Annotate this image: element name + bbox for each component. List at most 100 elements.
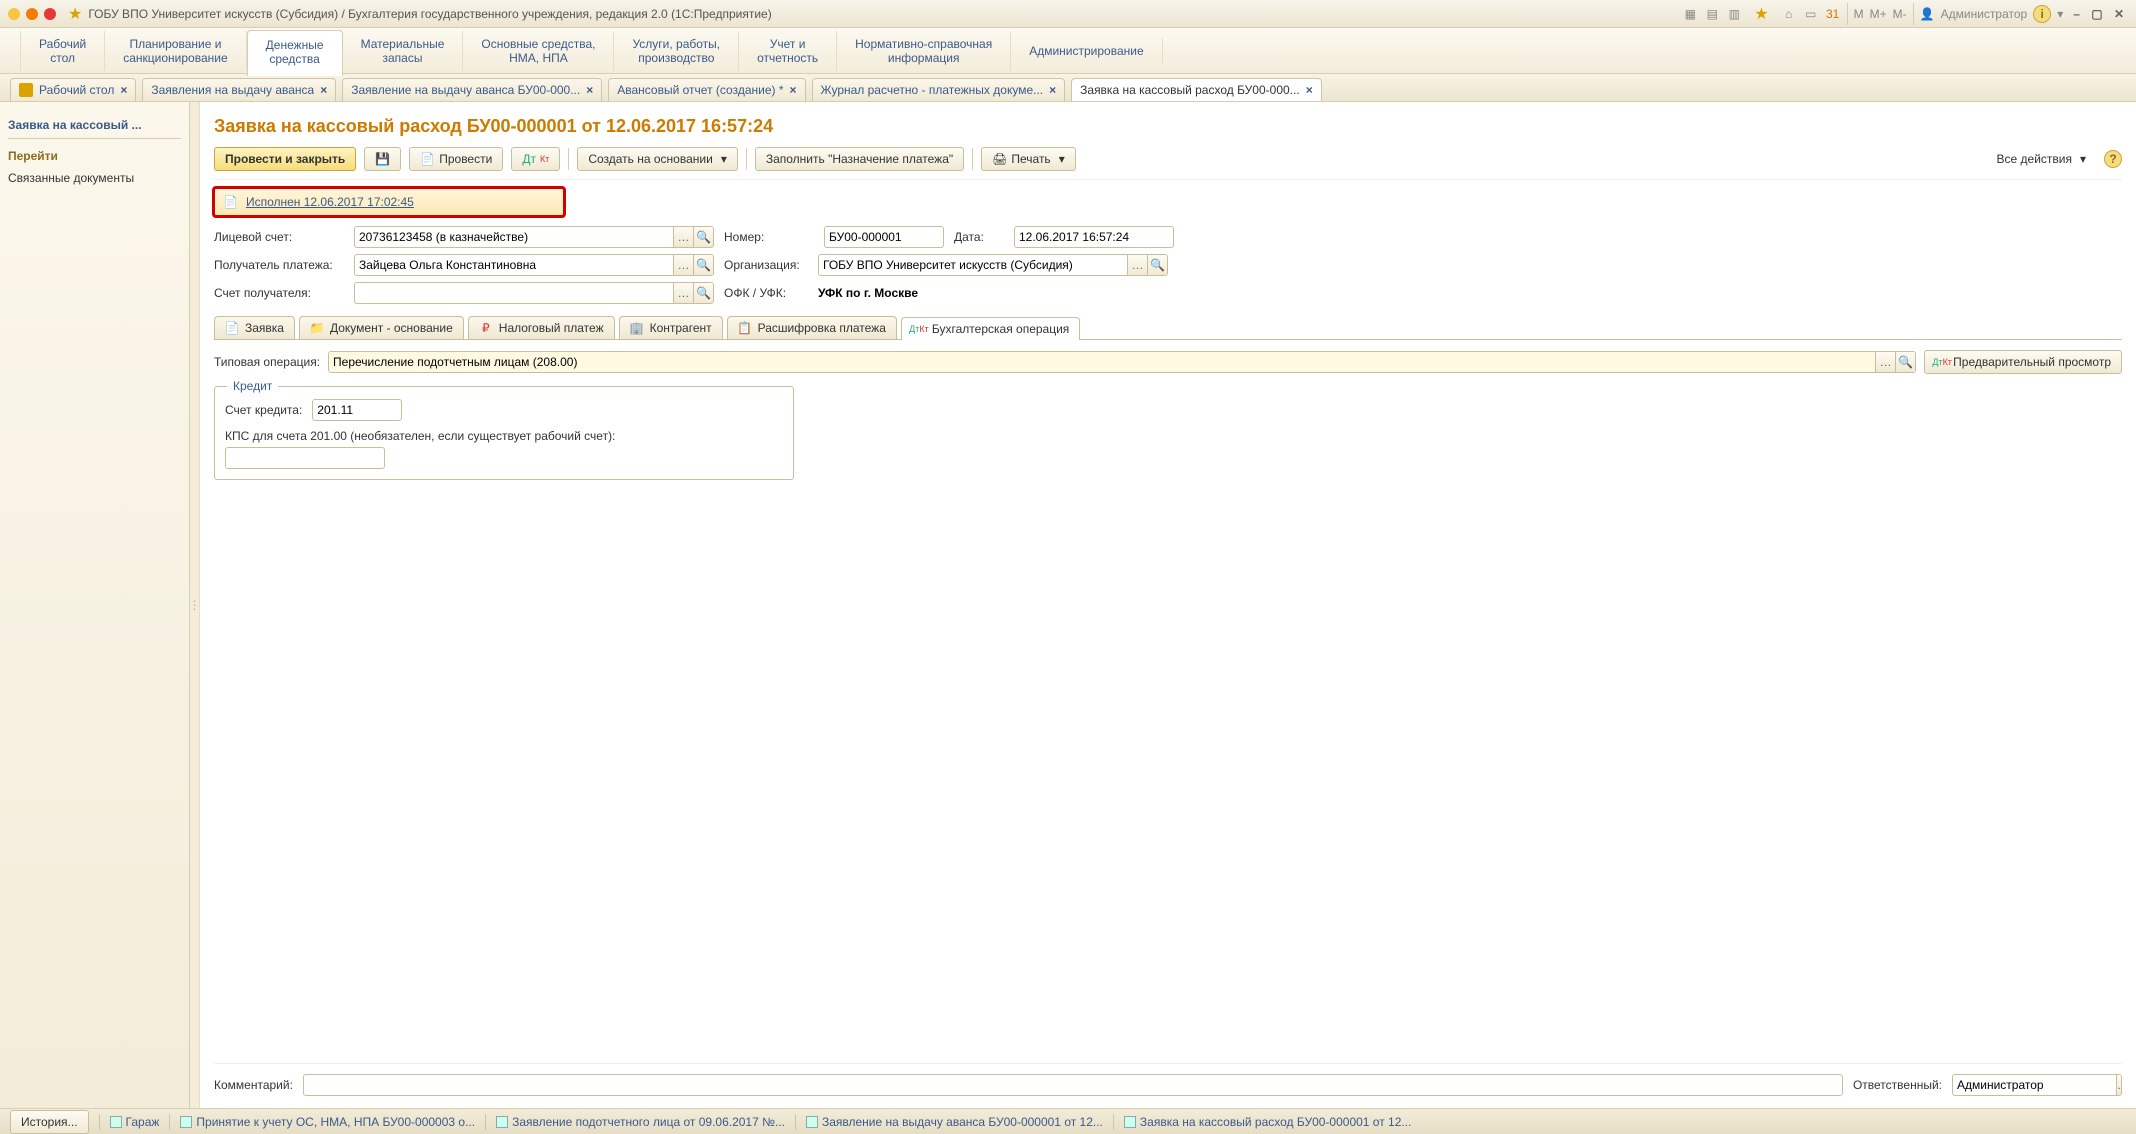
tab-requests-list[interactable]: Заявления на выдачу аванса× [142, 78, 336, 101]
tab-close-icon[interactable]: × [320, 83, 327, 97]
date-input[interactable]: 📅 [1014, 226, 1174, 248]
search-icon[interactable]: 🔍 [693, 283, 713, 303]
save-button[interactable]: 💾 [364, 147, 401, 171]
tab-journal[interactable]: Журнал расчетно - платежных докуме...× [812, 78, 1066, 101]
taskbar-item[interactable]: Заявка на кассовый расход БУ00-000001 от… [1124, 1115, 1411, 1129]
tab-close-icon[interactable]: × [1306, 83, 1313, 97]
tab-basis[interactable]: 📁Документ - основание [299, 316, 464, 339]
ellipsis-icon[interactable]: … [673, 227, 693, 247]
recipient-acc-input[interactable]: … 🔍 [354, 282, 714, 304]
history-button[interactable]: История... [10, 1110, 89, 1134]
section-reference[interactable]: Нормативно-справочнаяинформация [837, 31, 1011, 71]
section-planning[interactable]: Планирование исанкционирование [105, 31, 246, 71]
dot-3[interactable] [44, 8, 56, 20]
tab-accounting-op[interactable]: ДтКтБухгалтерская операция [901, 317, 1080, 340]
org-input[interactable]: … 🔍 [818, 254, 1168, 276]
sidebar-link-related[interactable]: Связанные документы [8, 167, 181, 189]
info-icon[interactable]: i [2033, 5, 2051, 23]
favorite-icon[interactable]: ★ [1754, 4, 1768, 24]
provest-button[interactable]: 📄Провести [409, 147, 503, 171]
toolbar-icon-2[interactable]: ▤ [1704, 6, 1720, 22]
section-desktop[interactable]: Рабочийстол [20, 31, 105, 71]
m-minus-button[interactable]: M- [1893, 7, 1907, 21]
tab-payment-detail[interactable]: 📋Расшифровка платежа [727, 316, 897, 339]
ellipsis-icon[interactable]: … [1875, 352, 1895, 372]
document-toolbar: Провести и закрыть 💾 📄Провести ДтКт Созд… [214, 147, 2122, 180]
doc-icon: 📄 [225, 321, 239, 335]
taskbar-item[interactable]: Заявление подотчетного лица от 09.06.201… [496, 1115, 785, 1129]
favorite-star-icon[interactable]: ★ [68, 4, 82, 24]
tab-zayavka[interactable]: 📄Заявка [214, 316, 295, 339]
m-plus-button[interactable]: M+ [1870, 7, 1887, 21]
search-icon[interactable]: 🔍 [1147, 255, 1167, 275]
section-cash[interactable]: Денежныесредства [247, 30, 343, 76]
section-accounting[interactable]: Учет иотчетность [739, 31, 837, 71]
section-assets[interactable]: Основные средства,НМА, НПА [463, 31, 614, 71]
home-icon[interactable]: ⌂ [1781, 6, 1797, 22]
print-button[interactable]: 🖨Печать▾ [981, 147, 1076, 171]
provest-close-button[interactable]: Провести и закрыть [214, 147, 356, 171]
doc-icon [1124, 1116, 1136, 1128]
taskbar-item[interactable]: Принятие к учету ОС, НМА, НПА БУ00-00000… [180, 1115, 475, 1129]
dot-1[interactable] [8, 8, 20, 20]
status-link[interactable]: Исполнен 12.06.2017 17:02:45 [246, 195, 414, 209]
minimize-button[interactable]: – [2069, 7, 2084, 21]
taskbar-item[interactable]: Заявление на выдачу аванса БУ00-000001 о… [806, 1115, 1103, 1129]
tab-tax[interactable]: ₽Налоговый платеж [468, 316, 615, 339]
kt-icon: Кт [540, 154, 549, 164]
number-input[interactable] [824, 226, 944, 248]
preview-button[interactable]: ДтКтПредварительный просмотр [1924, 350, 2122, 374]
responsible-input[interactable]: … 🔍 [1952, 1074, 2122, 1096]
user-name[interactable]: Администратор [1941, 7, 2028, 21]
operation-input[interactable]: … 🔍 [328, 351, 1916, 373]
fill-purpose-button[interactable]: Заполнить "Назначение платежа" [755, 147, 964, 171]
chevron-down-icon: ▾ [2080, 152, 2086, 166]
m-button[interactable]: M [1854, 7, 1864, 21]
section-admin[interactable]: Администрирование [1011, 38, 1162, 64]
toolbar-icon-3[interactable]: ▥ [1726, 6, 1742, 22]
tab-close-icon[interactable]: × [120, 83, 127, 97]
tab-counterparty[interactable]: 🏢Контрагент [619, 316, 723, 339]
credit-account-input[interactable]: … 🔍 [312, 399, 402, 421]
maximize-button[interactable]: ▢ [2087, 7, 2106, 21]
system-menu-dots[interactable] [8, 8, 56, 20]
close-button[interactable]: ✕ [2110, 7, 2128, 21]
section-materials[interactable]: Материальныезапасы [343, 31, 464, 71]
tab-request-doc[interactable]: Заявление на выдачу аванса БУ00-000...× [342, 78, 602, 101]
org-label: Организация: [724, 258, 808, 272]
create-based-button[interactable]: Создать на основании▾ [577, 147, 738, 171]
credit-account-label: Счет кредита: [225, 403, 302, 417]
ellipsis-icon[interactable]: … [1127, 255, 1147, 275]
dtkt-button[interactable]: ДтКт [511, 147, 560, 171]
taskbar-item[interactable]: Гараж [110, 1115, 160, 1129]
section-services[interactable]: Услуги, работы,производство [614, 31, 739, 71]
kps-input[interactable]: … 🔍 [225, 447, 385, 469]
payer-input[interactable]: … 🔍 [354, 254, 714, 276]
dot-2[interactable] [26, 8, 38, 20]
dropdown-icon[interactable]: ▾ [2057, 7, 2063, 21]
search-icon[interactable]: 🔍 [1895, 352, 1915, 372]
search-icon[interactable]: 🔍 [693, 227, 713, 247]
splitter[interactable]: ⋮ [190, 102, 200, 1108]
help-icon[interactable]: ? [2104, 150, 2122, 168]
calendar-icon[interactable]: 31 [1825, 6, 1841, 22]
search-icon[interactable]: 🔍 [693, 255, 713, 275]
all-actions-button[interactable]: Все действия▾ [1987, 148, 2097, 170]
tab-desktop[interactable]: Рабочий стол× [10, 78, 136, 101]
calculator-icon[interactable]: ▭ [1803, 6, 1819, 22]
tab-cash-request[interactable]: Заявка на кассовый расход БУ00-000...× [1071, 78, 1322, 101]
comment-input[interactable] [303, 1074, 1843, 1096]
window-titlebar: ★ ГОБУ ВПО Университет искусств (Субсиди… [0, 0, 2136, 28]
page-title: Заявка на кассовый расход БУ00-000001 от… [214, 112, 2122, 147]
ellipsis-icon[interactable]: … [673, 255, 693, 275]
account-input[interactable]: … 🔍 [354, 226, 714, 248]
tab-close-icon[interactable]: × [1049, 83, 1056, 97]
tab-advance-report[interactable]: Авансовый отчет (создание) *× [608, 78, 805, 101]
number-label: Номер: [724, 230, 814, 244]
tab-close-icon[interactable]: × [790, 83, 797, 97]
ellipsis-icon[interactable]: … [2116, 1075, 2122, 1095]
printer-icon: 🖨 [992, 152, 1007, 166]
toolbar-icon-1[interactable]: ▦ [1682, 6, 1698, 22]
ellipsis-icon[interactable]: … [673, 283, 693, 303]
tab-close-icon[interactable]: × [586, 83, 593, 97]
